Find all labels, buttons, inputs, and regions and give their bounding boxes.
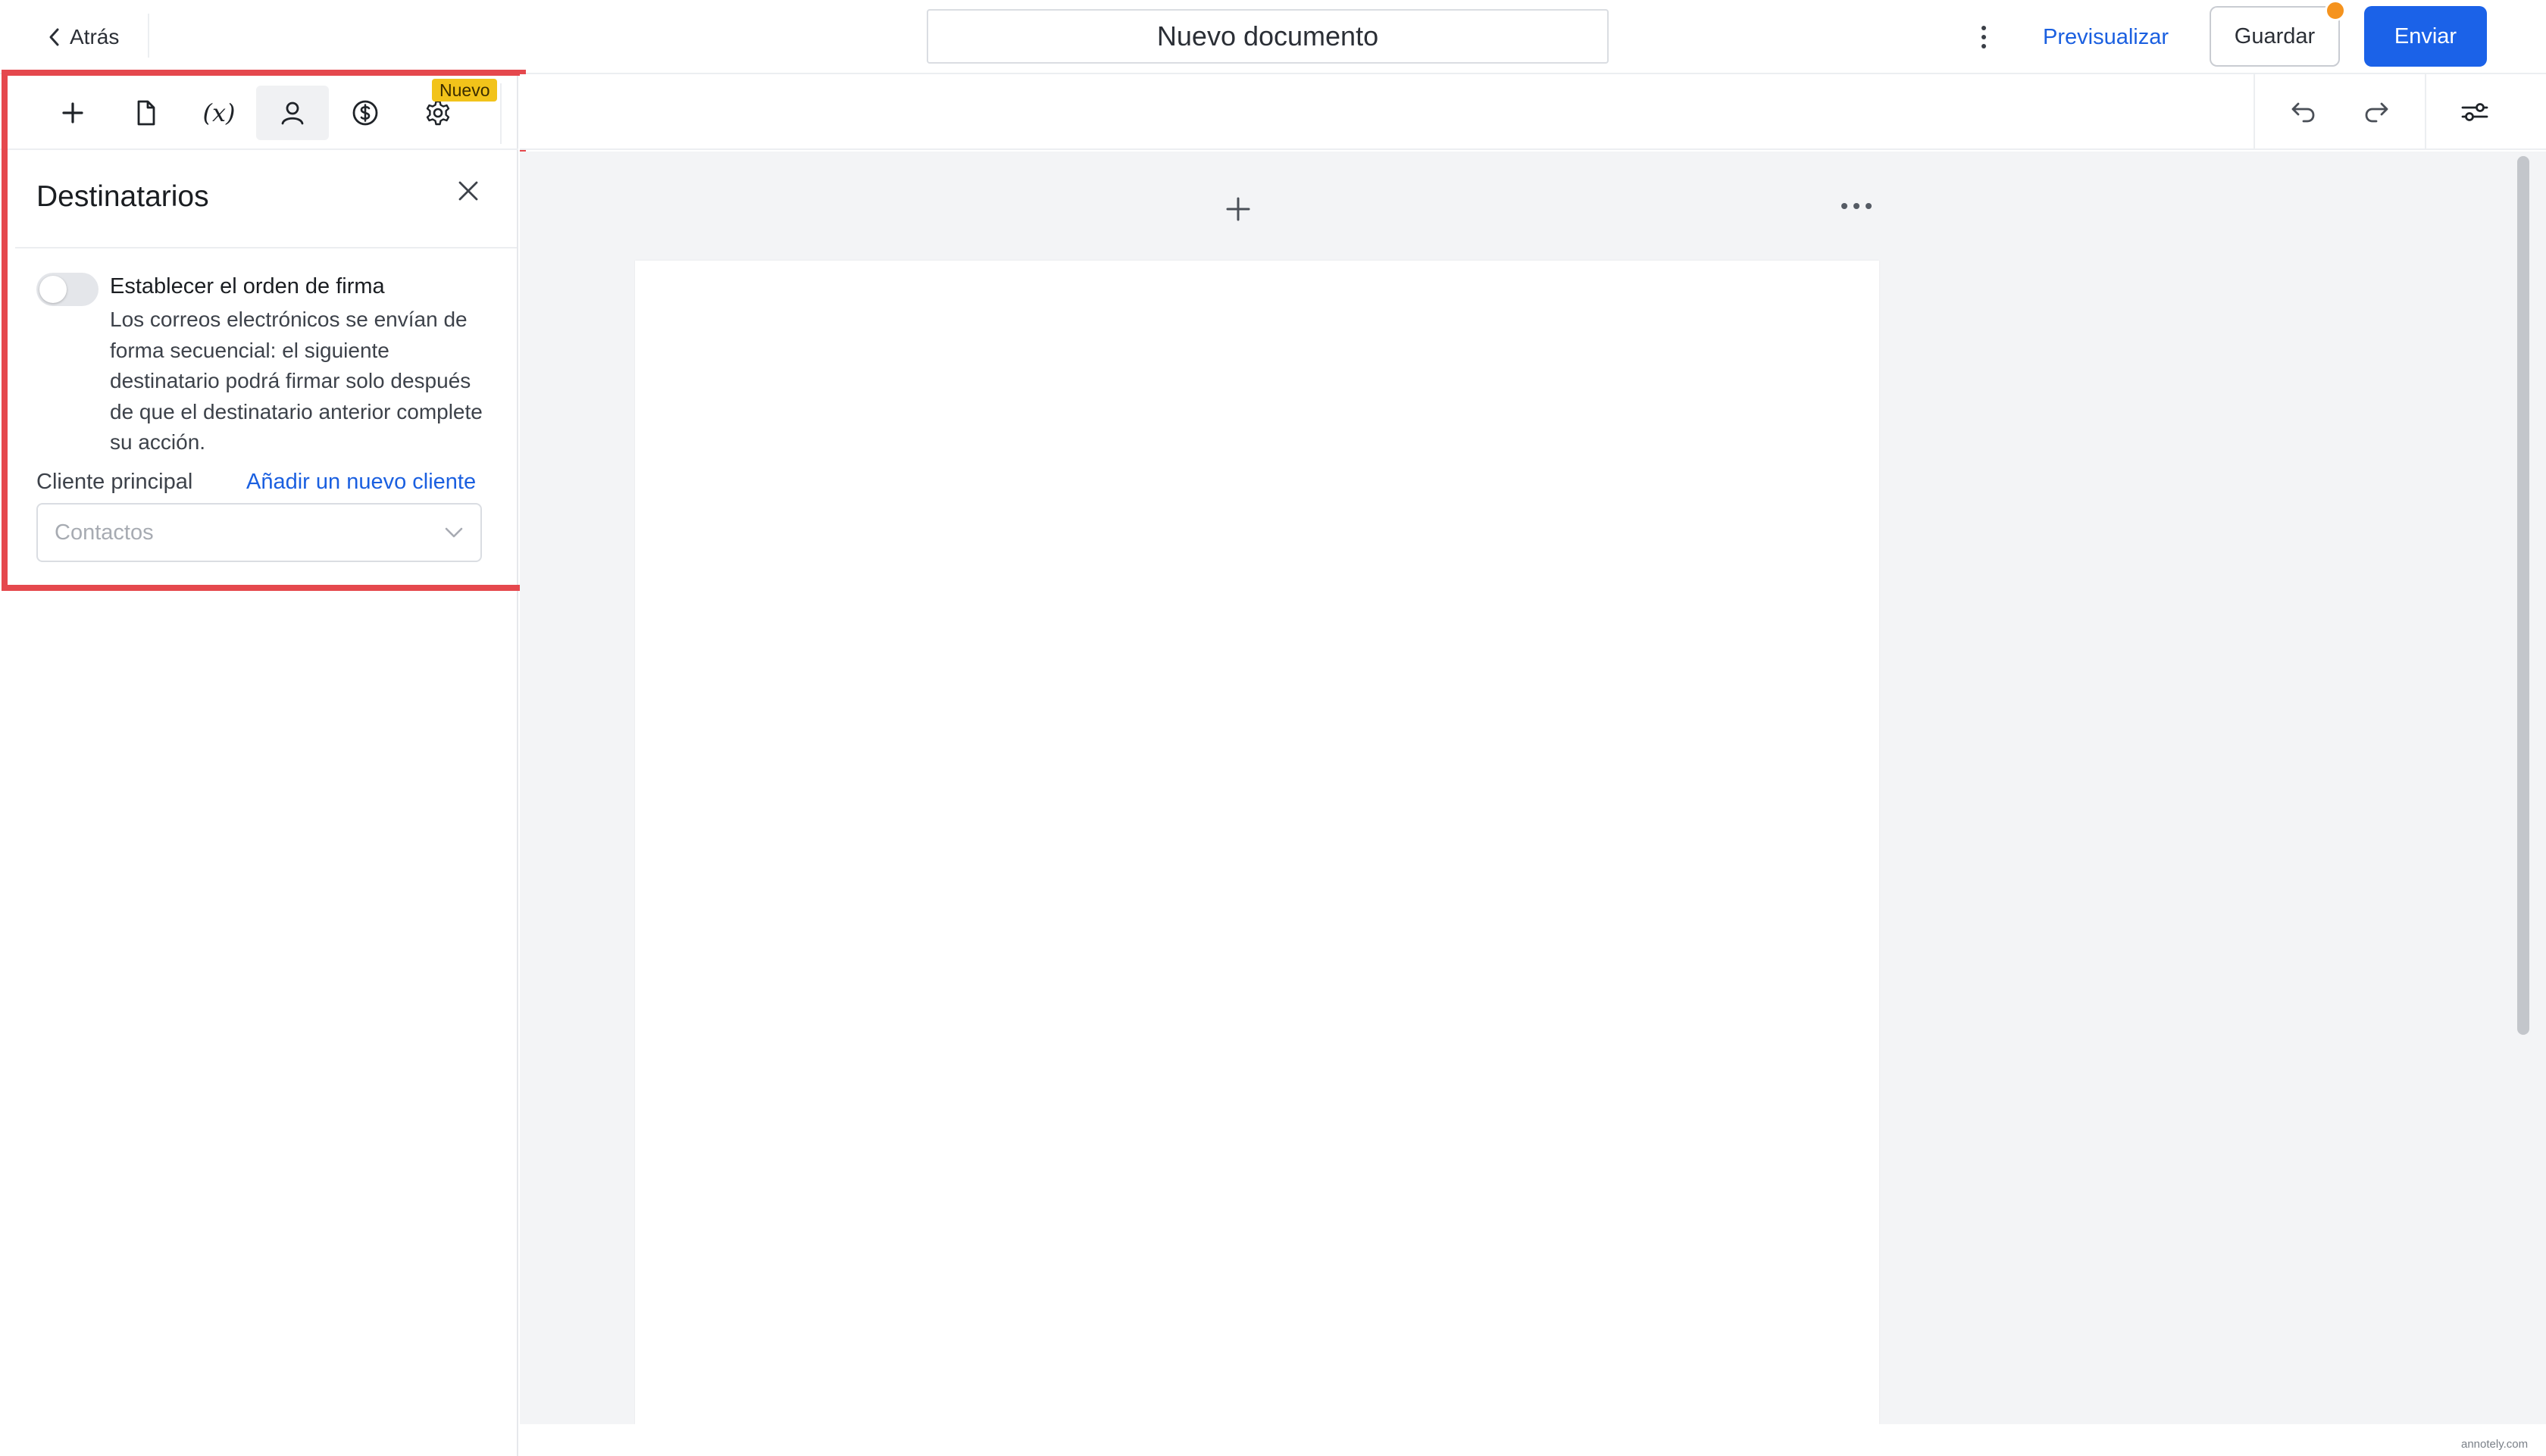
add-page-button[interactable] [1215, 186, 1261, 232]
bottom-bar [520, 1424, 2546, 1456]
document-page[interactable] [635, 261, 1879, 1424]
back-label: Atrás [70, 25, 120, 48]
divider [2254, 74, 2255, 150]
send-button[interactable]: Enviar [2364, 6, 2487, 67]
preview-button[interactable]: Previsualizar [2043, 20, 2169, 55]
chevron-left-icon [49, 28, 59, 46]
editor-settings-button[interactable] [2452, 89, 2498, 135]
undo-button[interactable] [2281, 89, 2326, 135]
notification-dot [2325, 0, 2346, 21]
page-options-icon[interactable] [1841, 198, 1878, 214]
more-options-icon[interactable] [1969, 18, 1999, 56]
annotation-highlight-box [2, 70, 526, 591]
scrollbar[interactable] [2517, 156, 2529, 1035]
divider [148, 14, 149, 58]
back-button[interactable]: Atrás [47, 20, 119, 55]
divider [2425, 74, 2426, 150]
document-title-input[interactable] [927, 9, 1609, 64]
editor-toolbar [520, 74, 2546, 150]
sliders-icon [2461, 103, 2488, 121]
save-button[interactable]: Guardar [2210, 6, 2340, 67]
redo-button[interactable] [2354, 89, 2399, 135]
watermark: annotely.com [2461, 1438, 2529, 1451]
redo-icon [2365, 102, 2388, 123]
plus-icon [1226, 197, 1250, 221]
undo-icon [2291, 102, 2315, 123]
